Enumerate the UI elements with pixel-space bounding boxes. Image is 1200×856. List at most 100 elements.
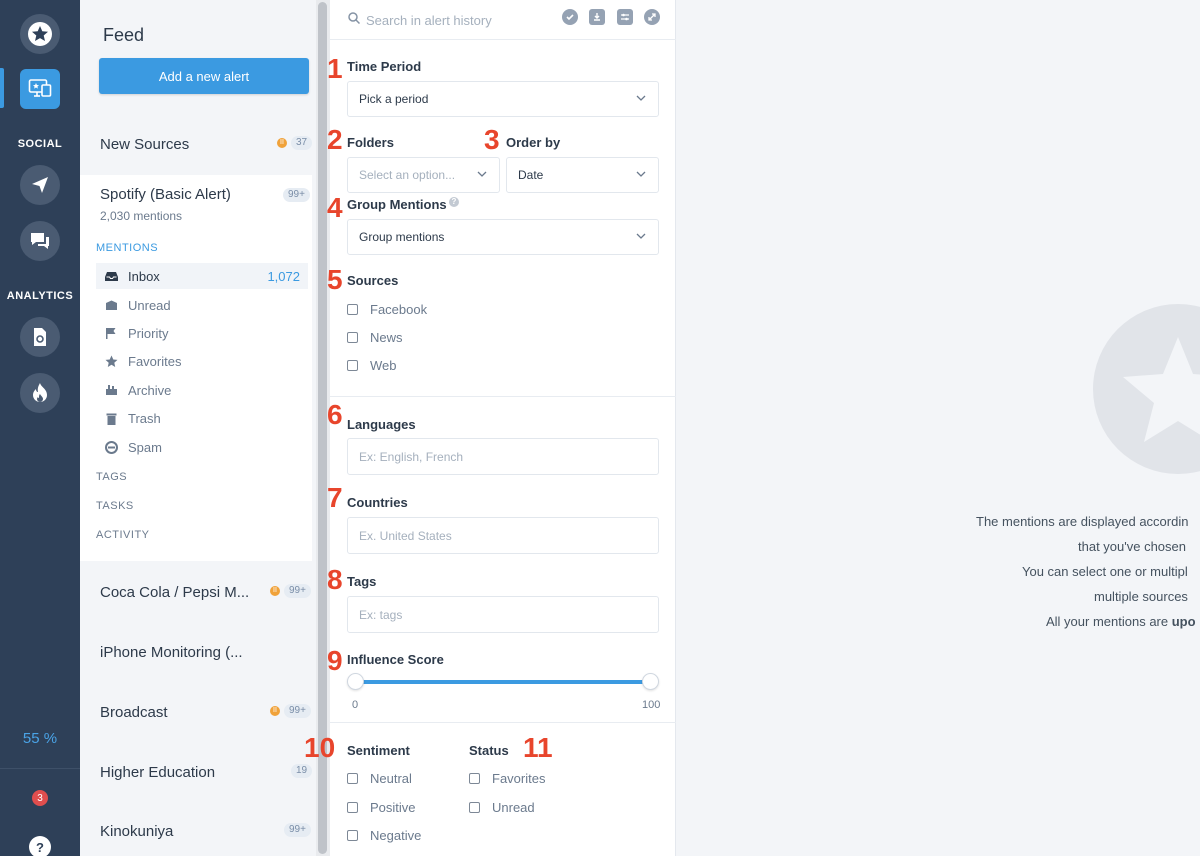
- info-help-icon[interactable]: ?: [449, 197, 459, 207]
- favorites-star-button[interactable]: [20, 14, 60, 54]
- mentions-item-trash[interactable]: Trash: [96, 405, 308, 431]
- rail-section-analytics: ANALYTICS: [6, 290, 74, 302]
- checkbox[interactable]: [347, 802, 358, 813]
- sentiment-label: Sentiment: [347, 743, 410, 758]
- mentions-item-priority[interactable]: Priority: [96, 320, 308, 346]
- inbox-chat-button[interactable]: [20, 221, 60, 261]
- mentions-item-favorites[interactable]: Favorites: [96, 348, 308, 374]
- tags-section-label[interactable]: TAGS: [96, 471, 127, 483]
- chat-icon: [31, 233, 49, 249]
- sentiment-checkbox-negative[interactable]: Negative: [347, 828, 421, 843]
- influence-slider-track[interactable]: [355, 680, 651, 684]
- checkbox[interactable]: [469, 802, 480, 813]
- influence-slider-min-handle[interactable]: [347, 673, 364, 690]
- group-mentions-select[interactable]: Group mentions: [347, 219, 659, 255]
- annotation-number-3: 3: [484, 124, 500, 155]
- influence-slider-max-handle[interactable]: [642, 673, 659, 690]
- filter-panel: 1 Time Period Pick a period 2 Folders 3 …: [304, 0, 676, 856]
- source-checkbox-news[interactable]: News: [347, 330, 403, 345]
- checkbox[interactable]: [347, 830, 358, 841]
- mentions-item-archive[interactable]: Archive: [96, 377, 308, 403]
- scrollbar-thumb[interactable]: [318, 2, 327, 854]
- status-label: Status: [469, 743, 509, 758]
- mark-read-check-icon[interactable]: [562, 9, 578, 25]
- checkbox[interactable]: [347, 304, 358, 315]
- empty-state-line-5-bold: upo: [1171, 614, 1196, 629]
- countries-label: Countries: [347, 495, 408, 510]
- search-input[interactable]: [366, 8, 556, 32]
- notifications-badge[interactable]: 3: [32, 790, 48, 806]
- inbox-tray-icon: [104, 269, 118, 283]
- alert-count-badge: 99+: [284, 823, 311, 837]
- checkbox[interactable]: [347, 332, 358, 343]
- alert-item-higher-education[interactable]: Higher Education 19: [80, 764, 316, 814]
- pause-indicator-icon: II: [270, 586, 280, 596]
- checkbox[interactable]: [469, 773, 480, 784]
- tags-input[interactable]: [347, 596, 659, 633]
- alert-item-kinokuniya[interactable]: Kinokuniya 99+: [80, 823, 316, 856]
- checkbox[interactable]: [347, 360, 358, 371]
- time-period-select[interactable]: Pick a period: [347, 81, 659, 117]
- trends-button[interactable]: [20, 373, 60, 413]
- alert-item-broadcast[interactable]: Broadcast II 99+: [80, 704, 316, 754]
- empty-state-line-2: that you've chosen: [1078, 539, 1186, 554]
- mentions-item-label: Archive: [128, 382, 172, 398]
- source-checkbox-facebook[interactable]: Facebook: [347, 302, 427, 317]
- spam-icon: [104, 440, 118, 454]
- group-mentions-value: Group mentions: [359, 230, 445, 244]
- inbox-count: 1,072: [267, 268, 300, 284]
- source-checkbox-web[interactable]: Web: [347, 358, 397, 373]
- alert-count-badge: 99+: [284, 584, 311, 598]
- mentions-section-label: MENTIONS: [96, 242, 159, 254]
- languages-input[interactable]: [347, 438, 659, 475]
- order-by-select[interactable]: Date: [506, 157, 659, 193]
- status-checkbox-unread[interactable]: Unread: [469, 800, 535, 815]
- download-icon[interactable]: [589, 9, 605, 25]
- report-document-icon: [34, 328, 46, 346]
- star-icon: [104, 354, 118, 368]
- tasks-section-label[interactable]: TASKS: [96, 500, 134, 512]
- alert-item-iphone[interactable]: iPhone Monitoring (...: [80, 644, 316, 694]
- alert-name: Higher Education: [100, 764, 216, 781]
- countries-input[interactable]: [347, 517, 659, 554]
- star-icon: [1123, 337, 1200, 442]
- time-period-value: Pick a period: [359, 92, 429, 106]
- checkbox-label: Web: [370, 358, 397, 373]
- annotation-number-10: 10: [304, 732, 336, 763]
- checkbox-label: Neutral: [370, 771, 412, 786]
- alert-name-spotify[interactable]: Spotify (Basic Alert): [100, 186, 231, 203]
- status-checkbox-favorites[interactable]: Favorites: [469, 771, 545, 786]
- filter-settings-icon[interactable]: [617, 9, 633, 25]
- folders-select[interactable]: Select an option...: [347, 157, 500, 193]
- sentiment-checkbox-neutral[interactable]: Neutral: [347, 771, 412, 786]
- alert-item-coca-cola[interactable]: Coca Cola / Pepsi M... II 99+: [80, 584, 316, 634]
- feed-title: Feed: [103, 25, 145, 45]
- collapse-arrows-icon[interactable]: [644, 9, 660, 25]
- influence-min-value: 0: [352, 699, 359, 711]
- annotation-number-8: 8: [327, 564, 343, 595]
- empty-state-line-3: You can select one or multipl: [1022, 564, 1188, 579]
- reports-button[interactable]: [20, 317, 60, 357]
- sentiment-checkbox-positive[interactable]: Positive: [347, 800, 416, 815]
- publish-button[interactable]: [20, 165, 60, 205]
- flame-icon: [33, 383, 47, 402]
- mentions-item-inbox[interactable]: Inbox 1,072: [96, 263, 308, 289]
- activity-section-label[interactable]: ACTIVITY: [96, 529, 150, 541]
- mentions-item-spam[interactable]: Spam: [96, 434, 308, 460]
- mentions-item-label: Favorites: [128, 353, 182, 369]
- alert-name: Coca Cola / Pepsi M...: [100, 584, 250, 601]
- alert-name: iPhone Monitoring (...: [100, 644, 243, 661]
- help-button[interactable]: ?: [29, 836, 51, 856]
- mentions-item-label: Spam: [128, 439, 162, 455]
- add-alert-button[interactable]: Add a new alert: [99, 58, 309, 94]
- checkbox-label: Unread: [492, 800, 535, 815]
- alert-count-badge: 99+: [284, 704, 311, 718]
- checkbox[interactable]: [347, 773, 358, 784]
- alert-count-badge: 37: [291, 136, 313, 150]
- chevron-down-icon: [636, 233, 646, 239]
- annotation-number-2: 2: [327, 124, 343, 155]
- annotation-number-6: 6: [327, 399, 343, 430]
- monitoring-button[interactable]: [20, 69, 60, 109]
- star-icon: [28, 22, 52, 46]
- mentions-item-unread[interactable]: Unread: [96, 292, 308, 318]
